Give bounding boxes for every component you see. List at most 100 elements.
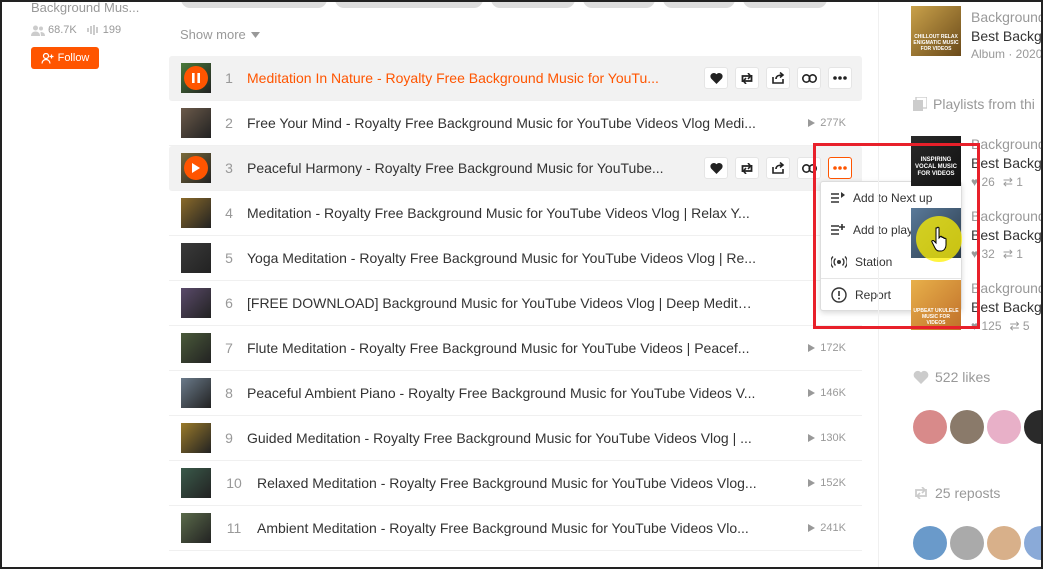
track-art-image xyxy=(181,513,211,543)
avatar[interactable] xyxy=(987,526,1021,560)
reposts-stat[interactable]: ⇄ 1 xyxy=(1003,247,1023,261)
playlist-info[interactable]: Background Best Backg xyxy=(971,136,1043,171)
track-row[interactable]: 10 Relaxed Meditation - Royalty Free Back… xyxy=(169,461,862,506)
like-button[interactable] xyxy=(704,67,728,89)
share-button[interactable] xyxy=(766,157,790,179)
track-artwork[interactable] xyxy=(181,108,211,138)
track-number: 10 xyxy=(226,475,242,491)
tag-pill[interactable] xyxy=(743,0,827,8)
track-row[interactable]: 2 Free Your Mind - Royalty Free Backgroun… xyxy=(169,101,862,146)
track-row[interactable]: 4 Meditation - Royalty Free Background Mu… xyxy=(169,191,862,236)
track-title[interactable]: Yoga Meditation - Royalty Free Backgroun… xyxy=(247,250,756,266)
track-row[interactable]: 1 Meditation In Nature - Royalty Free Bac… xyxy=(169,56,862,101)
playlist-info[interactable]: Background Best Backg xyxy=(971,280,1043,315)
track-art-image xyxy=(181,423,211,453)
like-icon xyxy=(709,162,723,174)
album-info[interactable]: Background Best Backg Album · 2020 xyxy=(971,9,1043,61)
track-artwork[interactable] xyxy=(181,378,211,408)
track-title[interactable]: Meditation In Nature - Royalty Free Back… xyxy=(247,70,659,86)
track-artwork[interactable] xyxy=(181,513,211,543)
pause-button[interactable] xyxy=(184,66,208,90)
highlight-box xyxy=(813,143,980,329)
track-art-image xyxy=(181,108,211,138)
track-artwork[interactable] xyxy=(181,198,211,228)
track-artwork[interactable] xyxy=(181,153,211,183)
playlist-title: Best Backg xyxy=(971,155,1042,171)
play-count: 152K xyxy=(808,477,846,489)
copy-link-button[interactable] xyxy=(797,67,821,89)
track-artwork[interactable] xyxy=(181,243,211,273)
play-button[interactable] xyxy=(184,156,208,180)
tag-list xyxy=(181,0,827,8)
tag-pill[interactable] xyxy=(583,0,655,8)
likes-label: 522 likes xyxy=(935,369,991,385)
track-row[interactable]: 7 Flute Meditation - Royalty Free Backgro… xyxy=(169,326,862,371)
track-title[interactable]: Flute Meditation - Royalty Free Backgrou… xyxy=(247,340,749,356)
reposts-header[interactable]: 25 reposts xyxy=(913,485,1000,501)
play-count: 146K xyxy=(808,387,846,399)
track-title[interactable]: Peaceful Ambient Piano - Royalty Free Ba… xyxy=(247,385,755,401)
avatar[interactable] xyxy=(913,410,947,444)
avatar[interactable] xyxy=(1024,410,1043,444)
track-artwork[interactable] xyxy=(181,333,211,363)
album-artwork[interactable]: CHILLOUT RELAX ENIGMATIC MUSIC FOR VIDEO… xyxy=(911,6,961,56)
track-number: 2 xyxy=(225,115,233,131)
like-button[interactable] xyxy=(704,157,728,179)
track-artwork[interactable] xyxy=(181,288,211,318)
track-title[interactable]: Relaxed Meditation - Royalty Free Backgr… xyxy=(257,475,757,491)
track-row[interactable]: 5 Yoga Meditation - Royalty Free Backgrou… xyxy=(169,236,862,281)
follow-button[interactable]: Follow xyxy=(31,47,99,69)
playlists-header-label: Playlists from thi xyxy=(933,96,1035,112)
heart-icon xyxy=(913,370,929,384)
followers-stat[interactable]: 68.7K xyxy=(31,24,77,36)
playlist-info[interactable]: Background Best Backg xyxy=(971,208,1043,243)
reposts-stat[interactable]: ⇄ 5 xyxy=(1010,319,1030,333)
play-count: 277K xyxy=(808,117,846,129)
more-button[interactable] xyxy=(828,67,852,89)
album-meta: Album · 2020 xyxy=(971,47,1043,61)
track-row[interactable]: 3 Peaceful Harmony - Royalty Free Backgro… xyxy=(169,146,862,191)
track-artwork[interactable] xyxy=(181,423,211,453)
track-title[interactable]: Ambient Meditation - Royalty Free Backgr… xyxy=(257,520,749,536)
track-number: 5 xyxy=(225,250,233,266)
play-count: 172K xyxy=(808,342,846,354)
track-number: 3 xyxy=(225,160,233,176)
track-title[interactable]: Free Your Mind - Royalty Free Background… xyxy=(247,115,756,131)
repost-button[interactable] xyxy=(735,67,759,89)
album-artist: Background xyxy=(971,9,1043,25)
avatar[interactable] xyxy=(950,526,984,560)
track-number: 6 xyxy=(225,295,233,311)
avatar[interactable] xyxy=(1024,526,1043,560)
track-title[interactable]: [FREE DOWNLOAD] Background Music for You… xyxy=(247,295,757,311)
reposts-stat[interactable]: ⇄ 1 xyxy=(1003,175,1023,189)
track-artwork[interactable] xyxy=(181,63,211,93)
track-row[interactable]: 8 Peaceful Ambient Piano - Royalty Free B… xyxy=(169,371,862,416)
show-more-label: Show more xyxy=(180,27,246,42)
artist-name[interactable]: Background Mus... xyxy=(31,0,151,15)
repost-icon xyxy=(915,487,927,499)
likes-header[interactable]: 522 likes xyxy=(913,369,990,385)
avatar[interactable] xyxy=(913,526,947,560)
track-row[interactable]: 6 [FREE DOWNLOAD] Background Music for Yo… xyxy=(169,281,862,326)
share-button[interactable] xyxy=(766,67,790,89)
playlist-title: Best Backg xyxy=(971,299,1042,315)
pause-icon xyxy=(192,73,200,83)
tag-pill[interactable] xyxy=(181,0,327,8)
track-title[interactable]: Peaceful Harmony - Royalty Free Backgrou… xyxy=(247,160,664,176)
repost-button[interactable] xyxy=(735,157,759,179)
tracks-stat[interactable]: 199 xyxy=(86,24,121,36)
track-art-image xyxy=(181,198,211,228)
track-title[interactable]: Guided Meditation - Royalty Free Backgro… xyxy=(247,430,752,446)
track-title[interactable]: Meditation - Royalty Free Background Mus… xyxy=(247,205,750,221)
avatar[interactable] xyxy=(987,410,1021,444)
avatar[interactable] xyxy=(950,410,984,444)
tag-pill[interactable] xyxy=(335,0,483,8)
track-art-image xyxy=(181,378,211,408)
track-artwork[interactable] xyxy=(181,468,211,498)
tag-pill[interactable] xyxy=(663,0,735,8)
track-row[interactable]: 9 Guided Meditation - Royalty Free Backgr… xyxy=(169,416,862,461)
show-more-button[interactable]: Show more xyxy=(180,27,260,42)
tag-pill[interactable] xyxy=(491,0,575,8)
track-row[interactable]: 11 Ambient Meditation - Royalty Free Back… xyxy=(169,506,862,551)
share-icon xyxy=(771,72,784,84)
